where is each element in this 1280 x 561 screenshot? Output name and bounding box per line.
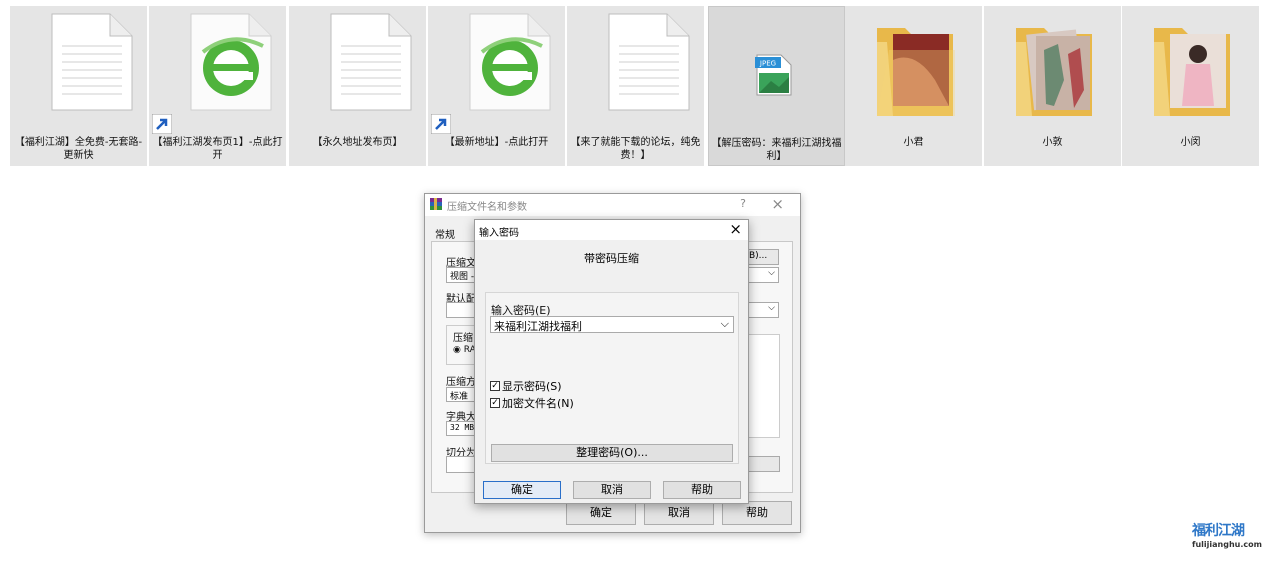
- winrar-icon: [430, 198, 442, 210]
- text-file-icon: [330, 13, 412, 111]
- dialog-titlebar: 压缩文件名和参数 ? ×: [425, 194, 800, 216]
- ie-browser-icon: [190, 13, 272, 111]
- image-folder-icon: [877, 28, 955, 116]
- back-cancel-button[interactable]: 取消: [644, 501, 714, 525]
- shortcut-arrow-icon: [152, 114, 172, 134]
- dialog-heading: 带密码压缩: [584, 252, 639, 265]
- ok-button[interactable]: 确定: [483, 481, 561, 499]
- organize-passwords-button[interactable]: 整理密码(O)...: [491, 444, 733, 462]
- jpeg-file-icon: JPEG: [755, 54, 792, 96]
- method-label: 压缩方: [446, 377, 476, 388]
- folder-label: 小敦: [1042, 137, 1063, 148]
- jpeg-badge: JPEG: [759, 60, 776, 68]
- file-label: 【福利江湖发布页1】-点此打开: [152, 137, 283, 161]
- folder-label: 小君: [903, 137, 924, 148]
- show-password-checkbox[interactable]: ✓ 显示密码(S): [490, 378, 562, 394]
- file-item[interactable]: 【福利江湖】全免费-无套路-更新快: [10, 6, 147, 166]
- chevron-down-icon: ⌵: [768, 303, 775, 313]
- format-group-label: 压缩: [453, 333, 473, 344]
- shortcut-arrow-icon: [431, 114, 451, 134]
- file-item[interactable]: 【永久地址发布页】: [289, 6, 426, 166]
- file-item[interactable]: 【福利江湖发布页1】-点此打开: [149, 6, 286, 166]
- show-password-label: 显示密码(S): [502, 380, 562, 393]
- close-icon[interactable]: ×: [771, 195, 784, 213]
- image-folder-icon: [1154, 28, 1230, 116]
- password-value: 来福利江湖找福利: [494, 320, 582, 333]
- format-radio[interactable]: ◉ RA: [453, 345, 476, 355]
- watermark-url: fulijianghu.com: [1192, 540, 1262, 549]
- file-item[interactable]: 【最新地址】-点此打开: [428, 6, 565, 166]
- checkbox-checked-icon: ✓: [490, 381, 500, 391]
- file-item-selected[interactable]: JPEG 【解压密码：来福利江湖找福利】: [708, 6, 845, 166]
- dialog-title: 输入密码: [479, 228, 519, 239]
- help-question-icon[interactable]: ?: [740, 197, 746, 210]
- encrypt-filenames-checkbox[interactable]: ✓ 加密文件名(N): [490, 395, 574, 411]
- cancel-button[interactable]: 取消: [573, 481, 651, 499]
- folder-item[interactable]: 小闵: [1122, 6, 1259, 166]
- chevron-down-icon: ⌵: [768, 268, 775, 278]
- help-button[interactable]: 帮助: [663, 481, 741, 499]
- dialog-title: 压缩文件名和参数: [447, 202, 527, 213]
- file-label: 【来了就能下载的论坛，纯免费！】: [570, 137, 701, 161]
- archive-name-value: 视图 -: [450, 272, 475, 282]
- file-item[interactable]: 【来了就能下载的论坛，纯免费！】: [567, 6, 704, 166]
- file-label: 【解压密码：来福利江湖找福利】: [711, 138, 842, 162]
- browse-button[interactable]: B)...: [745, 249, 779, 265]
- folder-item[interactable]: 小君: [845, 6, 982, 166]
- ie-browser-icon: [469, 13, 551, 111]
- file-label: 【福利江湖】全免费-无套路-更新快: [14, 137, 143, 161]
- file-grid: 【福利江湖】全免费-无套路-更新快 【福利江湖发布页1】-点此打开 【永久地址发…: [0, 0, 1280, 170]
- tab-general[interactable]: 常规: [435, 226, 455, 241]
- text-file-icon: [51, 13, 133, 111]
- back-ok-button[interactable]: 确定: [566, 501, 636, 525]
- watermark-title: 福利江湖: [1192, 523, 1245, 539]
- radio-selected-icon: ◉: [453, 345, 461, 355]
- folder-label: 小闵: [1180, 137, 1201, 148]
- watermark-logo: 福利江湖 fulijianghu.com: [1192, 516, 1274, 556]
- chevron-down-icon[interactable]: ⌵: [721, 317, 729, 331]
- folder-item[interactable]: 小敦: [984, 6, 1121, 166]
- file-label: 【永久地址发布页】: [312, 137, 403, 148]
- dialog-titlebar: 输入密码 ×: [475, 220, 748, 240]
- checkbox-checked-icon: ✓: [490, 398, 500, 408]
- encrypt-filenames-label: 加密文件名(N): [502, 397, 574, 410]
- image-folder-icon: [1016, 28, 1092, 116]
- enter-password-dialog: 输入密码 × 带密码压缩 输入密码(E) 来福利江湖找福利 ⌵ ✓ 显示密码(S…: [474, 219, 749, 504]
- file-label: 【最新地址】-点此打开: [444, 137, 549, 148]
- password-input[interactable]: 来福利江湖找福利 ⌵: [490, 316, 734, 333]
- back-help-button[interactable]: 帮助: [722, 501, 792, 525]
- text-file-icon: [608, 13, 690, 111]
- close-icon[interactable]: ×: [729, 220, 742, 238]
